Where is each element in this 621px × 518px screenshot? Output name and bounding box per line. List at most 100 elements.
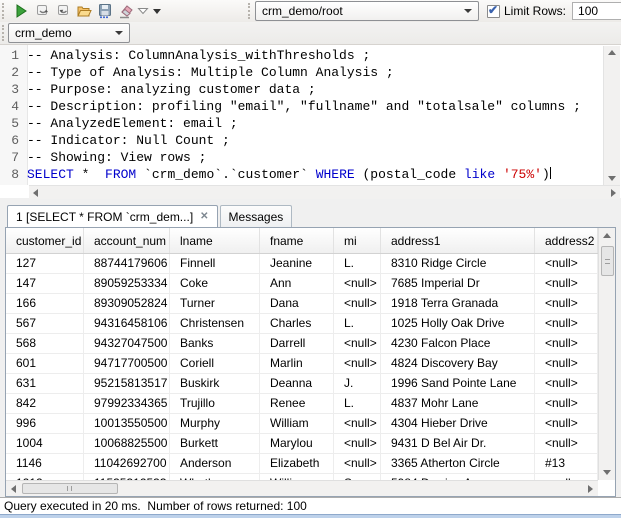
table-row[interactable]: 63195215813517BuskirkDeannaJ.1996 Sand P… [6, 374, 598, 394]
table-cell: <null> [535, 374, 598, 393]
messages-tab[interactable]: Messages [220, 205, 293, 227]
limit-rows-label: Limit Rows: [504, 4, 566, 18]
combo-arrow-icon [115, 31, 123, 35]
table-row[interactable]: 12788744179606FinnellJeanineL.8310 Ridge… [6, 254, 598, 274]
horizontal-scroll-thumb[interactable] [22, 483, 118, 494]
toolbar-overflow-icon[interactable] [150, 1, 164, 21]
table-cell: <null> [535, 434, 598, 453]
table-row[interactable]: 16689309052824TurnerDana<null>1918 Terra… [6, 294, 598, 314]
table-cell: 88744179606 [84, 254, 170, 273]
scroll-right-icon[interactable] [588, 485, 593, 493]
line-number: 7 [0, 149, 24, 166]
code-text: -- Description: profiling "email", "full… [24, 98, 581, 115]
toolbar-grip[interactable] [2, 3, 7, 19]
table-cell: <null> [535, 354, 598, 373]
scroll-right-icon[interactable] [611, 189, 616, 197]
results-tab[interactable]: 1 [SELECT * FROM `crm_dem...] ✕ [7, 205, 218, 227]
results-horizontal-scrollbar[interactable] [6, 480, 598, 496]
table-cell: Elizabeth [260, 454, 334, 473]
results-tabbar: 1 [SELECT * FROM `crm_dem...] ✕ Messages [0, 205, 621, 227]
table-cell: <null> [334, 434, 381, 453]
toolbar-grip[interactable] [2, 25, 7, 41]
code-area[interactable]: 1-- Analysis: ColumnAnalysis_withThresho… [0, 47, 592, 185]
table-cell: Ann [260, 274, 334, 293]
editor-vertical-scrollbar[interactable] [603, 46, 620, 185]
sql-editor[interactable]: 1-- Analysis: ColumnAnalysis_withThresho… [0, 44, 621, 198]
column-header-account_num[interactable]: account_num [84, 228, 170, 253]
editor-horizontal-scrollbar[interactable] [29, 185, 620, 199]
table-cell: Murphy [170, 414, 260, 433]
column-header-customer_id[interactable]: customer_id [6, 228, 84, 253]
table-row[interactable]: 84297992334365TrujilloReneeL.4837 Mohr L… [6, 394, 598, 414]
table-cell: <null> [535, 274, 598, 293]
connection-combo-value: crm_demo/root [262, 4, 460, 18]
save-icon[interactable] [94, 1, 115, 21]
table-cell: Coriell [170, 354, 260, 373]
column-header-lname[interactable]: lname [170, 228, 260, 253]
database-combo[interactable]: crm_demo [8, 23, 130, 43]
table-row[interactable]: 56894327047500BanksDarrell<null>4230 Fal… [6, 334, 598, 354]
table-row[interactable]: 114611042692700AndersonElizabeth<null>33… [6, 454, 598, 474]
connection-combo[interactable]: crm_demo/root [255, 1, 479, 21]
line-number: 2 [0, 64, 24, 81]
execute-sql-icon[interactable] [10, 1, 31, 21]
table-cell: 4824 Discovery Bay [381, 354, 535, 373]
table-cell: 7685 Imperial Dr [381, 274, 535, 293]
table-cell: 996 [6, 414, 84, 433]
code-line: 5-- AnalyzedElement: email ; [0, 115, 592, 132]
line-number: 5 [0, 115, 24, 132]
table-cell: 166 [6, 294, 84, 313]
column-header-mi[interactable]: mi [334, 228, 381, 253]
table-cell: 127 [6, 254, 84, 273]
limit-rows-checkbox[interactable]: ✔ [487, 5, 500, 18]
column-header-address1[interactable]: address1 [381, 228, 535, 253]
table-cell: <null> [334, 334, 381, 353]
table-row[interactable]: 56794316458106ChristensenCharlesL.1025 H… [6, 314, 598, 334]
table-row[interactable]: 99610013550500MurphyWilliam<null>4304 Hi… [6, 414, 598, 434]
table-row[interactable]: 14789059253334CokeAnn<null>7685 Imperial… [6, 274, 598, 294]
code-line: 4-- Description: profiling "email", "ful… [0, 98, 592, 115]
toolbar-grip[interactable] [248, 3, 253, 19]
table-cell: Darrell [260, 334, 334, 353]
database-toolbar: crm_demo [0, 22, 621, 44]
scroll-down-icon[interactable] [603, 470, 611, 475]
table-row[interactable]: 100410068825500BurkettMarylou<null>9431 … [6, 434, 598, 454]
scroll-up-icon[interactable] [608, 50, 616, 55]
results-panel: customer_idaccount_numlnamefnamemiaddres… [5, 227, 616, 497]
scroll-left-icon[interactable] [33, 189, 38, 197]
window-bottom-edge [0, 514, 621, 518]
execute-selection-icon[interactable] [31, 1, 52, 21]
tab-close-icon[interactable]: ✕ [200, 212, 208, 222]
scroll-up-icon[interactable] [603, 233, 611, 238]
table-cell: Finnell [170, 254, 260, 273]
table-cell: J. [334, 374, 381, 393]
code-line: 2-- Type of Analysis: Multiple Column An… [0, 64, 592, 81]
table-cell: Turner [170, 294, 260, 313]
code-text: -- Purpose: analyzing customer data ; [24, 81, 316, 98]
line-number: 4 [0, 98, 24, 115]
results-vertical-scrollbar[interactable] [598, 228, 615, 480]
main-toolbar: crm_demo/root ✔ Limit Rows: [0, 0, 621, 22]
chevron-dropdown-icon[interactable] [136, 1, 150, 21]
table-cell: 94717700500 [84, 354, 170, 373]
checkmark-icon: ✔ [488, 3, 498, 17]
table-cell: Christensen [170, 314, 260, 333]
scroll-left-icon[interactable] [11, 485, 16, 493]
table-cell: 1996 Sand Pointe Lane [381, 374, 535, 393]
table-row[interactable]: 60194717700500CoriellMarlin<null>4824 Di… [6, 354, 598, 374]
scroll-down-icon[interactable] [608, 176, 616, 181]
column-header-fname[interactable]: fname [260, 228, 334, 253]
table-cell: #13 [535, 454, 598, 473]
clear-editor-icon[interactable] [115, 1, 136, 21]
tab-label: 1 [SELECT * FROM `crm_dem...] [16, 210, 193, 224]
column-header-address2[interactable]: address2 [535, 228, 598, 253]
open-file-icon[interactable] [73, 1, 94, 21]
vertical-scroll-thumb[interactable] [601, 246, 614, 276]
limit-rows-input[interactable] [572, 2, 621, 20]
text-caret [550, 167, 551, 179]
table-cell: Buskirk [170, 374, 260, 393]
code-text: -- Indicator: Null Count ; [24, 132, 230, 149]
table-cell: Marlin [260, 354, 334, 373]
code-text: -- Showing: View rows ; [24, 149, 206, 166]
execute-batch-icon[interactable] [52, 1, 73, 21]
